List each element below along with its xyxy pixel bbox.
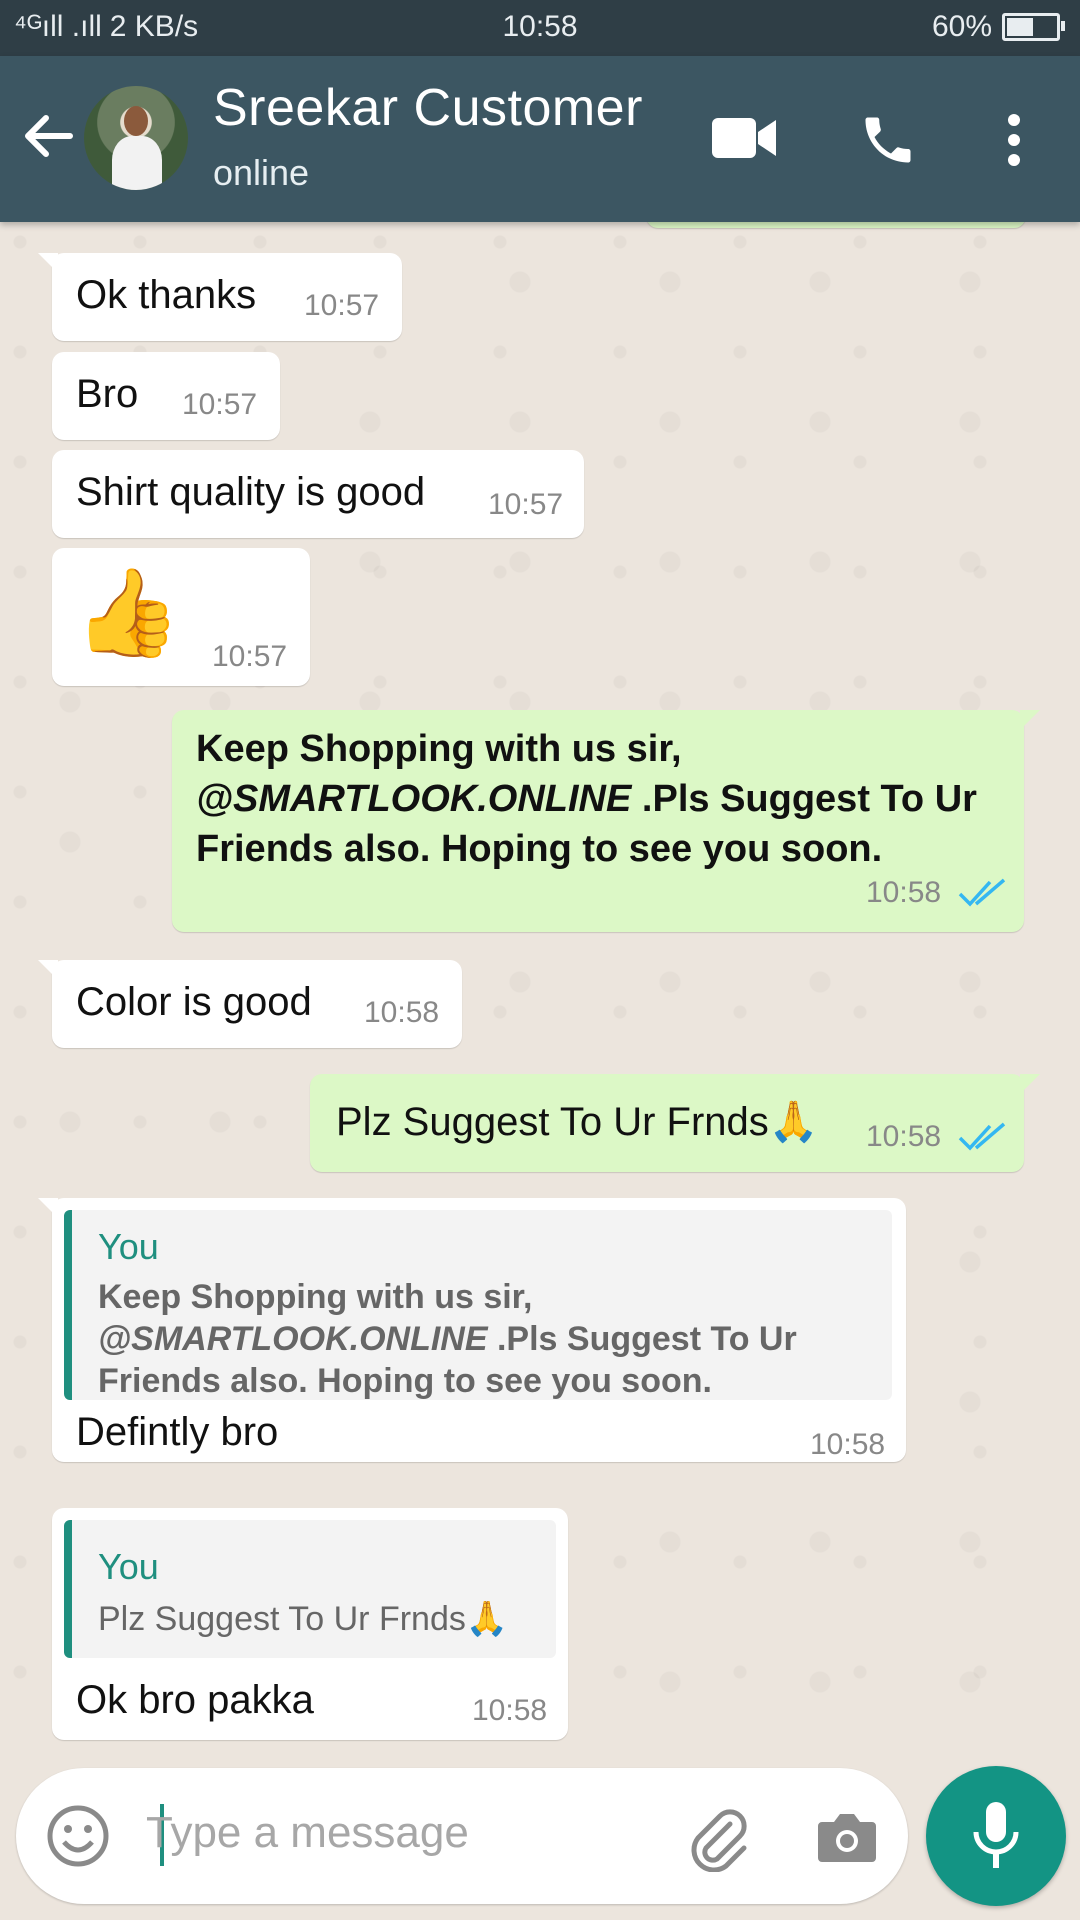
thumbs-up-emoji: 👍	[74, 565, 182, 661]
mic-button[interactable]	[926, 1766, 1066, 1906]
message-bubble-incoming[interactable]: Color is good 10:58	[38, 960, 462, 1048]
quoted-message[interactable]: You Keep Shopping with us sir, @SMARTLOO…	[64, 1210, 892, 1400]
message-text: Ok thanks	[76, 273, 257, 317]
message-bubble-incoming[interactable]: Ok thanks 10:57	[38, 253, 402, 341]
chat-area[interactable]: Ok thanks 10:57 Bro 10:57 Shirt quality …	[0, 202, 1080, 1762]
back-arrow-icon[interactable]	[20, 108, 76, 164]
phone-icon[interactable]	[858, 110, 918, 175]
message-text: Keep Shopping with us sir, @SMARTLOOK.ON…	[196, 724, 977, 874]
quoted-line: @SMARTLOOK.ONLINE .Pls Suggest To Ur	[98, 1318, 797, 1360]
mention-link[interactable]: @SMARTLOOK.ONLINE	[196, 778, 631, 820]
read-ticks-icon	[958, 1122, 1006, 1151]
avatar[interactable]	[84, 86, 188, 190]
message-text: Color is good	[76, 980, 312, 1024]
contact-name[interactable]: Sreekar Customer	[213, 78, 643, 138]
message-time: 10:58	[472, 1694, 548, 1727]
message-line-rest: .Pls Suggest To Ur	[631, 778, 977, 820]
quoted-message[interactable]: You Plz Suggest To Ur Frnds🙏	[64, 1520, 556, 1658]
message-text: Ok bro pakka	[76, 1678, 314, 1722]
camera-icon[interactable]	[816, 1810, 878, 1869]
message-text: Bro	[76, 372, 139, 416]
quoted-line: Friends also. Hoping to see you soon.	[98, 1362, 712, 1400]
chat-header: Sreekar Customer online	[0, 56, 1080, 222]
contact-status: online	[213, 152, 310, 193]
battery-indicator: 60%	[931, 10, 1065, 44]
message-time: 10:58	[866, 876, 942, 909]
message-time: 10:58	[364, 996, 440, 1029]
message-bubble-incoming-reply[interactable]: You Keep Shopping with us sir, @SMARTLOO…	[38, 1198, 906, 1462]
message-line: @SMARTLOOK.ONLINE .Pls Suggest To Ur	[196, 774, 977, 824]
message-bubble-outgoing[interactable]: Plz Suggest To Ur Frnds🙏 10:58	[310, 1074, 1040, 1172]
message-bubble-incoming-reply[interactable]: You Plz Suggest To Ur Frnds🙏 Ok bro pakk…	[52, 1508, 568, 1740]
quoted-line: Keep Shopping with us sir,	[98, 1278, 533, 1316]
battery-percent: 60%	[931, 10, 992, 43]
message-input[interactable]: Type a message	[146, 1808, 469, 1858]
quoted-text: Plz Suggest To Ur Frnds🙏	[98, 1600, 509, 1638]
message-text: Plz Suggest To Ur Frnds🙏	[336, 1100, 819, 1144]
message-text: Shirt quality is good	[76, 470, 426, 514]
more-vert-icon[interactable]	[1004, 112, 1024, 173]
message-bubble-outgoing[interactable]: Keep Shopping with us sir, @SMARTLOOK.ON…	[172, 710, 1040, 932]
message-time: 10:57	[488, 488, 564, 521]
message-time: 10:57	[182, 388, 258, 421]
message-bubble-incoming[interactable]: Shirt quality is good 10:57	[52, 450, 584, 538]
message-bubble-incoming[interactable]: 👍 10:57	[52, 548, 310, 686]
status-bar: ⁴ᴳıll .ıll 2 KB/s 10:58 60%	[0, 0, 1080, 56]
message-input-bar: Type a message	[16, 1768, 908, 1904]
message-time: 10:58	[866, 1120, 942, 1153]
message-text: Defintly bro	[76, 1410, 279, 1454]
message-line: Keep Shopping with us sir,	[196, 728, 682, 770]
mic-icon	[973, 1802, 1019, 1868]
emoji-icon[interactable]	[46, 1804, 110, 1873]
quoted-mention: @SMARTLOOK.ONLINE	[98, 1320, 488, 1358]
attach-icon[interactable]	[686, 1806, 752, 1877]
quoted-line-rest: .Pls Suggest To Ur	[487, 1320, 797, 1358]
quoted-author: You	[98, 1546, 159, 1587]
message-time: 10:58	[810, 1428, 886, 1461]
message-line: Friends also. Hoping to see you soon.	[196, 828, 883, 870]
battery-icon	[1002, 13, 1065, 41]
message-bubble-incoming[interactable]: Bro 10:57	[52, 352, 280, 440]
quoted-text: Keep Shopping with us sir, @SMARTLOOK.ON…	[98, 1276, 797, 1402]
read-ticks-icon	[958, 878, 1006, 907]
message-time: 10:57	[304, 289, 380, 322]
message-time: 10:57	[212, 640, 288, 673]
clock: 10:58	[502, 10, 578, 43]
video-call-icon[interactable]	[712, 116, 776, 165]
quoted-author: You	[98, 1226, 159, 1267]
